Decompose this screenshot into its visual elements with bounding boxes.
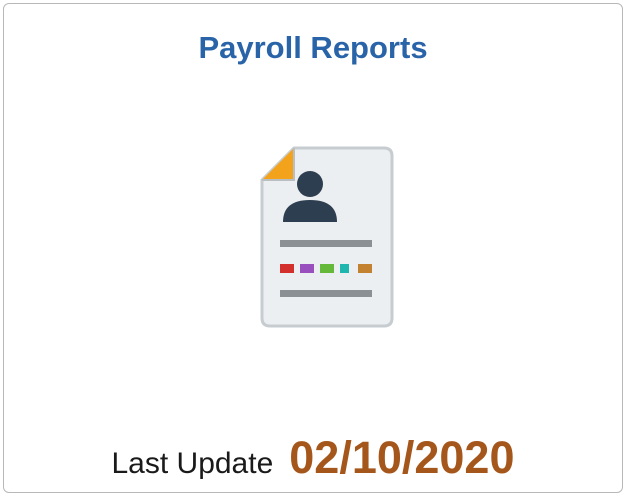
last-update-date: 02/10/2020 (289, 432, 515, 483)
tile-title: Payroll Reports (198, 30, 428, 65)
last-update-footer: Last Update 02/10/2020 (4, 432, 622, 488)
payroll-reports-tile[interactable]: Payroll Reports Last Update 02/10/2020 (3, 3, 623, 493)
payroll-report-document-icon (254, 140, 396, 328)
last-update-label: Last Update (111, 447, 274, 480)
